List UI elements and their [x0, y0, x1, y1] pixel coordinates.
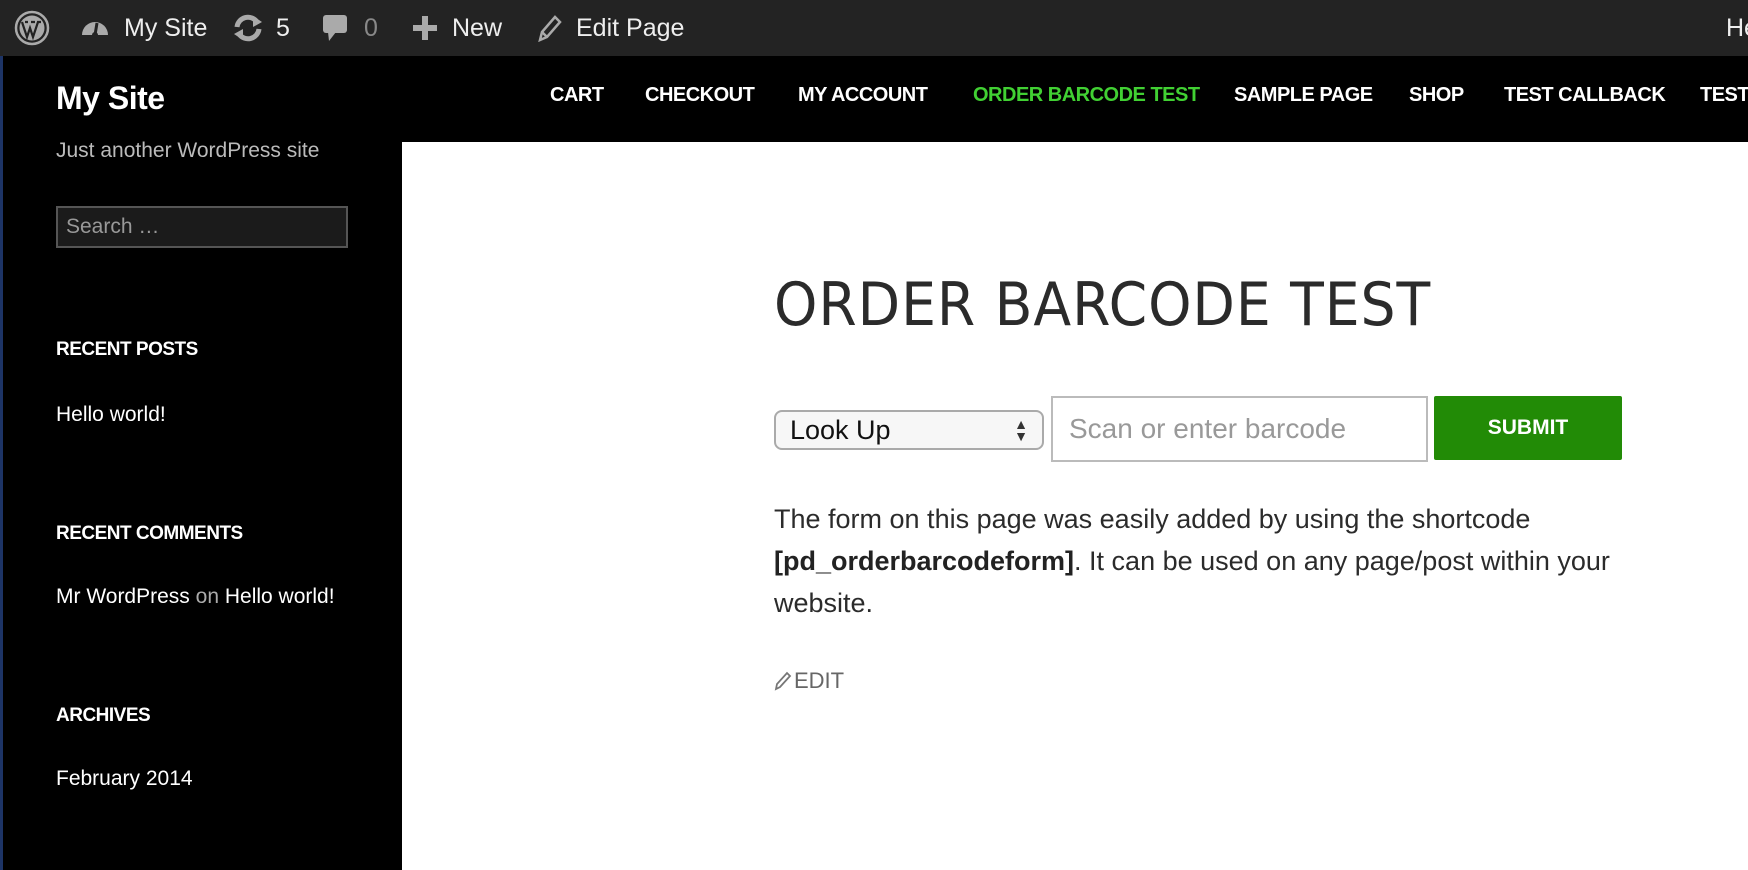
pencil-icon	[538, 15, 562, 42]
archives-title: ARCHIVES	[56, 705, 151, 726]
new-content-button[interactable]: New	[412, 0, 502, 56]
mode-select-value: Look Up	[790, 414, 891, 445]
wordpress-logo-icon	[14, 10, 50, 46]
recent-post-link[interactable]: Hello world!	[56, 403, 166, 427]
nav-item-cart[interactable]: CART	[550, 84, 604, 107]
plus-icon	[413, 16, 437, 40]
site-title[interactable]: My Site	[56, 80, 165, 117]
edit-page-button[interactable]: Edit Page	[536, 0, 684, 56]
updates-count: 5	[276, 13, 290, 42]
admin-bar: My Site 5 0 New Edit Page He	[0, 0, 1748, 56]
my-site-menu[interactable]: My Site	[80, 0, 207, 56]
page-description: The form on this page was easily added b…	[774, 498, 1654, 624]
nav-item-order-barcode-test[interactable]: ORDER BARCODE TEST	[973, 84, 1200, 107]
new-label: New	[452, 13, 503, 42]
window-edge	[0, 0, 3, 870]
wp-logo-button[interactable]	[14, 0, 50, 56]
nav-item-sample-page[interactable]: SAMPLE PAGE	[1234, 84, 1373, 107]
edit-page-label: Edit Page	[576, 13, 685, 42]
refresh-icon	[234, 14, 262, 42]
barcode-input[interactable]	[1051, 396, 1428, 462]
edit-link[interactable]: EDIT	[774, 668, 844, 694]
search-input[interactable]	[56, 206, 348, 248]
dashboard-icon	[82, 22, 108, 38]
page-title: ORDER BARCODE TEST	[774, 270, 1432, 340]
select-arrows-icon: ▲ ▼	[1014, 416, 1028, 444]
comment-author-link[interactable]: Mr WordPress	[56, 585, 190, 608]
nav-item-shop[interactable]: SHOP	[1409, 84, 1464, 107]
nav-item-my-account[interactable]: MY ACCOUNT	[798, 84, 928, 107]
nav-item-test-callback[interactable]: TEST CALLBACK	[1504, 84, 1666, 107]
nav-item-checkout[interactable]: CHECKOUT	[645, 84, 755, 107]
comment-icon	[323, 15, 347, 41]
comment-on-text: on	[195, 585, 219, 608]
comments-button[interactable]: 0	[322, 0, 378, 56]
shortcode-text: [pd_orderbarcodeform]	[774, 546, 1075, 576]
comments-count: 0	[364, 13, 378, 42]
comment-post-link[interactable]: Hello world!	[225, 585, 335, 608]
edit-label: EDIT	[794, 668, 845, 693]
main-content: ORDER BARCODE TEST Look Up ▲▼ SUBMIT The…	[402, 142, 1748, 870]
archive-link[interactable]: February 2014	[56, 767, 193, 791]
my-site-label: My Site	[124, 13, 208, 42]
howdy-label: He	[1726, 13, 1748, 42]
nav-item-test[interactable]: TEST	[1700, 84, 1748, 107]
howdy-account-menu[interactable]: He	[1726, 0, 1748, 56]
recent-comments-title: RECENT COMMENTS	[56, 523, 243, 544]
recent-comment-item: Mr WordPress on Hello world!	[56, 585, 335, 609]
recent-posts-title: RECENT POSTS	[56, 339, 198, 360]
description-text: The form on this page was easily added b…	[774, 504, 1531, 534]
site-tagline: Just another WordPress site	[56, 139, 320, 162]
submit-button[interactable]: SUBMIT	[1434, 396, 1622, 460]
pencil-icon	[774, 671, 792, 691]
updates-button[interactable]: 5	[232, 0, 290, 56]
mode-select[interactable]: Look Up ▲ ▼	[774, 410, 1044, 450]
